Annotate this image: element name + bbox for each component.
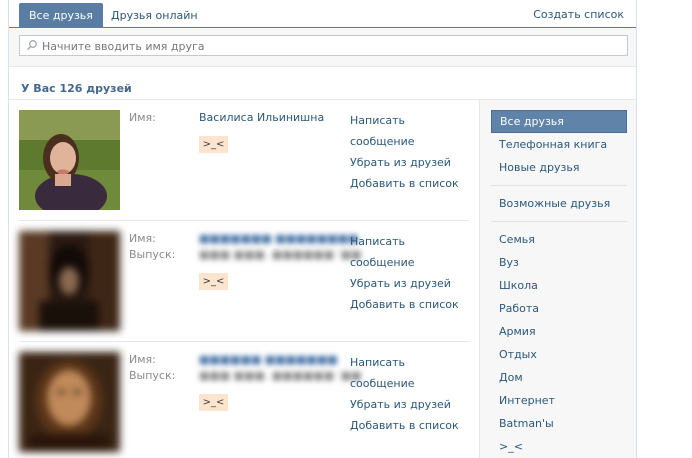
- friends-count-header: У Вас 126 друзей: [21, 82, 132, 95]
- add-to-list-link[interactable]: Добавить в список: [350, 415, 469, 436]
- sidebar-item-possible-friends[interactable]: Возможные друзья: [491, 192, 627, 215]
- search-strip: [9, 29, 636, 67]
- friend-info-values: Василиса Ильинишна: [199, 110, 324, 126]
- graduation-label: Выпуск:: [129, 248, 176, 261]
- avatar[interactable]: [19, 352, 120, 452]
- add-to-list-link[interactable]: Добавить в список: [350, 294, 469, 315]
- friend-row: Имя: Василиса Ильинишна >_< Написать соо…: [19, 110, 469, 221]
- send-message-link[interactable]: Написать сообщение: [350, 352, 469, 394]
- sidebar-item-phone-book[interactable]: Телефонная книга: [491, 133, 627, 156]
- send-message-link[interactable]: Написать сообщение: [350, 110, 469, 152]
- graduation-value: ■■■ ■■■. ■■■■■■ '■■: [199, 248, 362, 261]
- sidebar-divider: [491, 221, 627, 222]
- sidebar-item-batmans[interactable]: Batman'ы: [491, 412, 627, 435]
- remove-friend-link[interactable]: Убрать из друзей: [350, 394, 469, 415]
- friend-row: Имя: Выпуск: ■■■■■■■ ■■■■■■■■ ■■■ ■■■. ■…: [19, 231, 469, 342]
- friend-info-labels: Имя: Выпуск:: [129, 231, 175, 263]
- friend-info-labels: Имя: Выпуск:: [129, 352, 175, 384]
- list-badge[interactable]: >_<: [199, 394, 228, 411]
- sidebar-item-family[interactable]: Семья: [491, 228, 627, 251]
- search-box[interactable]: [19, 35, 628, 56]
- friend-info-labels: Имя:: [129, 110, 156, 126]
- tabs-bar: Все друзья Друзья онлайн Создать список: [9, 0, 636, 28]
- remove-friend-link[interactable]: Убрать из друзей: [350, 152, 469, 173]
- sidebar-item-all-friends[interactable]: Все друзья: [491, 110, 627, 133]
- sidebar-item-home[interactable]: Дом: [491, 366, 627, 389]
- friend-actions: Написать сообщение Убрать из друзей Доба…: [350, 231, 469, 315]
- friend-name-link[interactable]: ■■■■■■■ ■■■■■■■■: [199, 231, 362, 247]
- sidebar-divider: [491, 185, 627, 186]
- friend-info-values: ■■■■■■ ■■■■■■■ ■■■ ■■■. ■■■■■■ '■■: [199, 352, 362, 384]
- avatar[interactable]: [19, 110, 120, 210]
- search-input[interactable]: [42, 38, 612, 54]
- sidebar-item-work[interactable]: Работа: [491, 297, 627, 320]
- name-label: Имя:: [129, 232, 156, 245]
- search-icon: [26, 40, 37, 51]
- friend-row: Имя: Выпуск: ■■■■■■ ■■■■■■■ ■■■ ■■■. ■■■…: [19, 352, 469, 458]
- sidebar-item-leisure[interactable]: Отдых: [491, 343, 627, 366]
- list-badge[interactable]: >_<: [199, 136, 228, 153]
- add-to-list-link[interactable]: Добавить в список: [350, 173, 469, 194]
- name-label: Имя:: [129, 353, 156, 366]
- tab-all-friends[interactable]: Все друзья: [19, 3, 103, 28]
- friend-actions: Написать сообщение Убрать из друзей Доба…: [350, 352, 469, 436]
- create-list-link[interactable]: Создать список: [533, 8, 624, 21]
- sidebar-item-new-friends[interactable]: Новые друзья: [491, 156, 627, 179]
- friend-name-link[interactable]: ■■■■■■ ■■■■■■■: [199, 352, 362, 368]
- sidebar-item-university[interactable]: Вуз: [491, 251, 627, 274]
- remove-friend-link[interactable]: Убрать из друзей: [350, 273, 469, 294]
- graduation-value: ■■■ ■■■. ■■■■■■ '■■: [199, 369, 362, 382]
- friend-info-values: ■■■■■■■ ■■■■■■■■ ■■■ ■■■. ■■■■■■ '■■: [199, 231, 362, 263]
- sidebar-item-internet[interactable]: Интернет: [491, 389, 627, 412]
- friend-name-link[interactable]: Василиса Ильинишна: [199, 110, 324, 126]
- friends-page: Все друзья Друзья онлайн Создать список …: [8, 0, 637, 458]
- friends-sidebar: Все друзья Телефонная книга Новые друзья…: [479, 100, 636, 458]
- sidebar-item-army[interactable]: Армия: [491, 320, 627, 343]
- tab-friends-online[interactable]: Друзья онлайн: [101, 3, 208, 28]
- send-message-link[interactable]: Написать сообщение: [350, 231, 469, 273]
- avatar[interactable]: [19, 231, 120, 331]
- name-label: Имя:: [129, 111, 156, 124]
- sidebar-item-school[interactable]: Школа: [491, 274, 627, 297]
- graduation-label: Выпуск:: [129, 369, 176, 382]
- sidebar-item-custom-list[interactable]: >_<: [491, 435, 627, 458]
- friend-actions: Написать сообщение Убрать из друзей Доба…: [350, 110, 469, 194]
- list-badge[interactable]: >_<: [199, 273, 228, 290]
